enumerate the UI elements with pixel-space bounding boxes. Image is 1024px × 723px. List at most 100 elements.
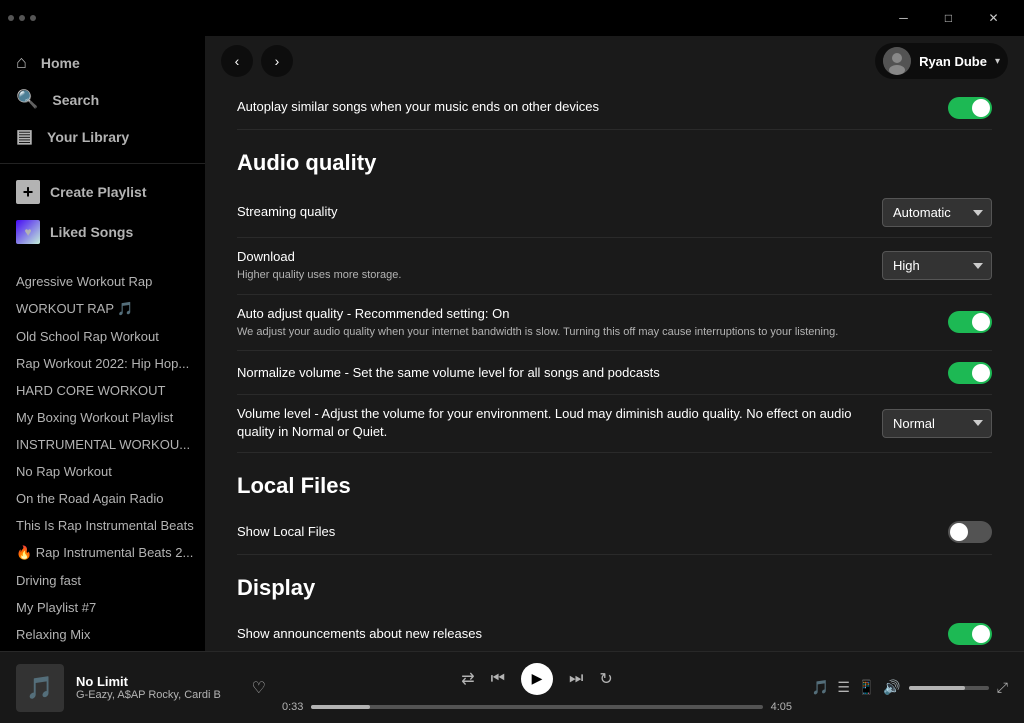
titlebar-dots xyxy=(8,15,36,21)
sidebar-playlist-item[interactable]: Driving fast xyxy=(0,567,205,594)
now-playing-center: ⇄ ⏮ ▶ ⏭ ↻ 0:33 4:05 xyxy=(282,663,792,713)
sidebar-playlist-item[interactable]: INSTRUMENTAL WORKOU... xyxy=(0,431,205,458)
library-icon: ▤ xyxy=(16,126,33,147)
now-playing-left: 🎵 No Limit G-Eazy, A$AP Rocky, Cardi B ♡ xyxy=(16,664,266,712)
volume-level-label: Volume level - Adjust the volume for you… xyxy=(237,405,882,441)
streaming-quality-label: Streaming quality xyxy=(237,203,882,221)
sidebar-playlist-item[interactable]: WORKOUT RAP 🎵 xyxy=(0,295,205,323)
maximize-button[interactable]: □ xyxy=(926,0,971,36)
main-header: ‹ › Ryan Dube ▾ xyxy=(205,36,1024,86)
create-playlist-label: Create Playlist xyxy=(50,184,147,200)
progress-bar[interactable] xyxy=(311,705,762,709)
download-quality-row: Download Higher quality uses more storag… xyxy=(237,238,992,295)
autoplay-toggle[interactable] xyxy=(948,97,992,119)
progress-fill xyxy=(311,705,370,709)
announcements-toggle[interactable] xyxy=(948,623,992,645)
toggle-thumb xyxy=(950,523,968,541)
show-local-files-toggle[interactable] xyxy=(948,521,992,543)
sidebar-playlist-item[interactable]: Old School Rap Workout xyxy=(0,323,205,350)
user-name: Ryan Dube xyxy=(919,54,987,69)
search-icon: 🔍 xyxy=(16,89,38,110)
now-playing-right: 🎵 ☰ 📱 🔊 ⤢ xyxy=(808,679,1008,696)
play-pause-button[interactable]: ▶ xyxy=(521,663,553,695)
sidebar-playlist-item[interactable]: HARD CORE WORKOUT xyxy=(0,377,205,404)
volume-button[interactable]: 🔊 xyxy=(883,679,900,696)
toggle-thumb xyxy=(972,99,990,117)
streaming-quality-row: Streaming quality Automatic Low Normal H… xyxy=(237,188,992,238)
sidebar-item-search[interactable]: 🔍 Search xyxy=(0,81,205,118)
titlebar-dot xyxy=(30,15,36,21)
sidebar-playlist-item[interactable]: Agressive Workout Rap xyxy=(0,268,205,295)
titlebar-dot xyxy=(19,15,25,21)
user-profile[interactable]: Ryan Dube ▾ xyxy=(875,43,1008,79)
sidebar-item-library[interactable]: ▤ Your Library xyxy=(0,118,205,155)
announcements-row: Show announcements about new releases xyxy=(237,613,992,651)
liked-songs-label: Liked Songs xyxy=(50,224,133,240)
now-playing-bar: 🎵 No Limit G-Eazy, A$AP Rocky, Cardi B ♡… xyxy=(0,651,1024,723)
home-icon: ⌂ xyxy=(16,52,27,73)
sidebar-item-label: Home xyxy=(41,55,80,71)
next-button[interactable]: ⏭ xyxy=(569,670,583,688)
sidebar-playlist-item[interactable]: Relaxing Mix xyxy=(0,621,205,648)
sidebar-playlist-item[interactable]: My Playlist #7 xyxy=(0,594,205,621)
streaming-quality-select[interactable]: Automatic Low Normal High Very High xyxy=(882,198,992,227)
titlebar-dot xyxy=(8,15,14,21)
sidebar-playlist-item[interactable]: This Is Rap Instrumental Beats xyxy=(0,512,205,539)
track-artist: G-Eazy, A$AP Rocky, Cardi B xyxy=(76,689,240,701)
main-content: ‹ › Ryan Dube ▾ Autoplay similar song xyxy=(205,36,1024,651)
playback-controls: ⇄ ⏮ ▶ ⏭ ↻ xyxy=(461,663,613,695)
chevron-down-icon: ▾ xyxy=(995,56,1000,67)
show-local-files-row: Show Local Files xyxy=(237,511,992,555)
sidebar-playlist-item[interactable]: 🔥 Rap Instrumental Beats 2... xyxy=(0,539,205,567)
heart-button[interactable]: ♡ xyxy=(252,678,266,698)
sidebar-nav: ⌂ Home 🔍 Search ▤ Your Library xyxy=(0,36,205,163)
sidebar-playlist-item[interactable]: No Rap Workout xyxy=(0,458,205,485)
display-title: Display xyxy=(237,575,992,601)
volume-level-row: Volume level - Adjust the volume for you… xyxy=(237,395,992,452)
toggle-thumb xyxy=(972,364,990,382)
sidebar: ⌂ Home 🔍 Search ▤ Your Library + Create … xyxy=(0,36,205,651)
lyrics-button[interactable]: 🎵 xyxy=(812,679,829,696)
devices-button[interactable]: 📱 xyxy=(858,679,875,696)
download-quality-select[interactable]: High Low Normal Very High xyxy=(882,251,992,280)
toggle-thumb xyxy=(972,625,990,643)
auto-adjust-row: Auto adjust quality - Recommended settin… xyxy=(237,295,992,352)
nav-arrows: ‹ › xyxy=(221,45,293,77)
forward-button[interactable]: › xyxy=(261,45,293,77)
progress-bar-area: 0:33 4:05 xyxy=(282,701,792,713)
sidebar-playlist-item[interactable]: Rap Workout 2022: Hip Hop... xyxy=(0,350,205,377)
track-info: No Limit G-Eazy, A$AP Rocky, Cardi B xyxy=(76,674,240,701)
sidebar-item-label: Search xyxy=(52,92,99,108)
autoplay-row: Autoplay similar songs when your music e… xyxy=(237,86,992,130)
settings-scroll[interactable]: Autoplay similar songs when your music e… xyxy=(205,86,1024,651)
volume-bar[interactable] xyxy=(909,686,989,690)
sidebar-playlist-item[interactable]: My Boxing Workout Playlist xyxy=(0,404,205,431)
shuffle-button[interactable]: ⇄ xyxy=(461,669,474,689)
sidebar-actions: + Create Playlist ♥ Liked Songs xyxy=(0,163,205,260)
fullscreen-button[interactable]: ⤢ xyxy=(997,679,1008,696)
time-total: 4:05 xyxy=(771,701,792,713)
auto-adjust-label: Auto adjust quality - Recommended settin… xyxy=(237,305,948,341)
show-local-files-label: Show Local Files xyxy=(237,523,948,541)
audio-quality-title: Audio quality xyxy=(237,150,992,176)
repeat-button[interactable]: ↻ xyxy=(599,669,612,689)
sidebar-playlist-item[interactable]: On the Road Again Radio xyxy=(0,485,205,512)
avatar xyxy=(883,47,911,75)
back-button[interactable]: ‹ xyxy=(221,45,253,77)
create-playlist-item[interactable]: + Create Playlist xyxy=(16,172,189,212)
volume-level-select[interactable]: Normal Quiet Loud xyxy=(882,409,992,438)
queue-button[interactable]: ☰ xyxy=(837,679,850,696)
sidebar-library: Agressive Workout RapWORKOUT RAP 🎵Old Sc… xyxy=(0,260,205,651)
normalize-toggle[interactable] xyxy=(948,362,992,384)
liked-songs-item[interactable]: ♥ Liked Songs xyxy=(16,212,189,252)
previous-button[interactable]: ⏮ xyxy=(491,670,505,688)
close-button[interactable]: ✕ xyxy=(971,0,1016,36)
normalize-volume-label: Normalize volume - Set the same volume l… xyxy=(237,364,948,382)
sidebar-item-home[interactable]: ⌂ Home xyxy=(0,44,205,81)
announcements-label: Show announcements about new releases xyxy=(237,625,948,643)
auto-adjust-toggle[interactable] xyxy=(948,311,992,333)
titlebar: ─ □ ✕ xyxy=(0,0,1024,36)
minimize-button[interactable]: ─ xyxy=(881,0,926,36)
time-current: 0:33 xyxy=(282,701,303,713)
volume-fill xyxy=(909,686,965,690)
